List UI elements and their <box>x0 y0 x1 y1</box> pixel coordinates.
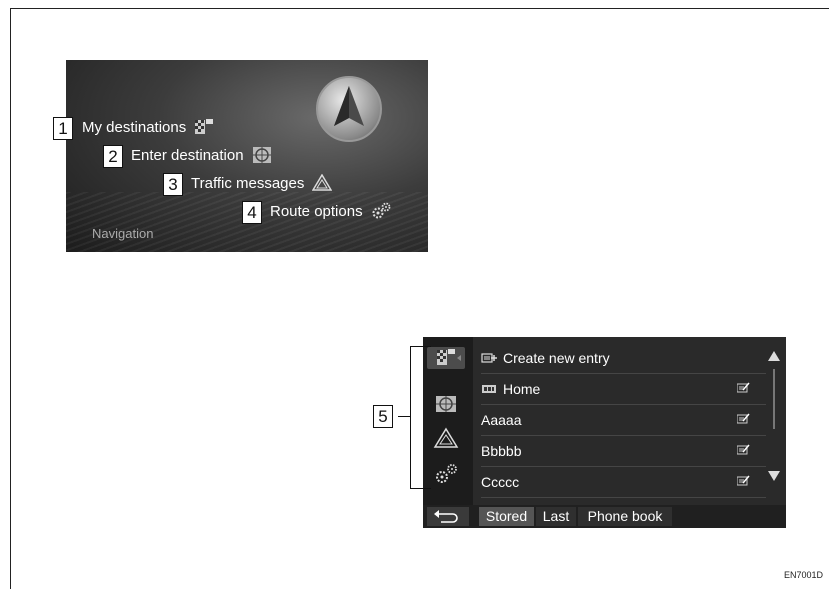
back-button[interactable] <box>427 507 469 526</box>
menu-item-route-options[interactable]: Route options <box>270 202 391 220</box>
gears-icon <box>436 464 457 483</box>
side-button-my-destinations[interactable] <box>427 347 465 369</box>
tab-last[interactable]: Last <box>536 507 576 526</box>
menu-item-traffic-messages[interactable]: Traffic messages <box>191 174 333 192</box>
tab-stored[interactable]: Stored <box>479 507 534 526</box>
callout-number: 2 <box>103 145 123 168</box>
list-item-label: Home <box>503 380 541 397</box>
list-item-create-new-entry[interactable]: Create new entry <box>481 342 766 374</box>
menu-item-label: Route options <box>270 202 363 220</box>
list-item[interactable]: Ccccc <box>481 466 766 498</box>
new-entry-icon <box>481 352 497 363</box>
menu-item-label: Enter destination <box>131 146 244 164</box>
list-item-label: Aaaaa <box>481 411 522 428</box>
edit-icon[interactable] <box>737 382 750 393</box>
callout-number: 5 <box>373 405 393 428</box>
screen-caption: Navigation <box>92 226 154 241</box>
edit-icon[interactable] <box>737 444 750 455</box>
menu-item-label: My destinations <box>82 118 187 136</box>
scrollbar[interactable] <box>766 347 782 497</box>
menu-item-my-destinations[interactable]: My destinations <box>82 118 214 136</box>
side-button-route-options[interactable] <box>433 463 459 485</box>
bottom-tab-bar: Stored Last Phone book <box>423 505 786 528</box>
traffic-warning-icon <box>433 427 459 448</box>
destination-list: Create new entry Home Aaaaa Bbbbb Ccccc <box>481 337 766 505</box>
callout-number: 3 <box>163 173 183 196</box>
side-button-traffic-messages[interactable] <box>433 427 459 449</box>
document-code: EN7001D <box>784 570 824 580</box>
list-item-home[interactable]: Home <box>481 373 766 405</box>
back-arrow-icon <box>434 510 458 523</box>
edit-icon[interactable] <box>737 475 750 486</box>
checkered-flag-icon <box>195 119 214 134</box>
list-item[interactable]: Bbbbb <box>481 435 766 467</box>
home-icon <box>482 384 496 393</box>
menu-item-label: Traffic messages <box>191 174 305 192</box>
edit-icon[interactable] <box>737 413 750 424</box>
side-button-enter-destination[interactable] <box>433 393 459 415</box>
callout-number: 4 <box>242 201 262 224</box>
callout-number: 1 <box>53 117 73 140</box>
gears-icon <box>372 202 390 219</box>
my-destinations-screen: Create new entry Home Aaaaa Bbbbb Ccccc … <box>423 337 786 528</box>
traffic-warning-icon <box>312 174 333 191</box>
map-target-icon <box>436 396 456 412</box>
callout-leader-line <box>398 416 410 417</box>
compass-icon <box>316 76 382 142</box>
checkered-flag-icon <box>437 349 461 365</box>
list-item-label: Create new entry <box>503 349 610 366</box>
menu-item-enter-destination[interactable]: Enter destination <box>131 146 272 164</box>
list-item-label: Bbbbb <box>481 442 522 459</box>
list-item-label: Ccccc <box>481 473 520 490</box>
tab-phone-book[interactable]: Phone book <box>578 507 672 526</box>
list-item[interactable]: Aaaaa <box>481 404 766 436</box>
callout-bracket <box>410 346 431 489</box>
scroll-up-icon <box>768 351 780 361</box>
map-target-icon <box>252 147 271 163</box>
scroll-down-icon <box>768 471 780 481</box>
